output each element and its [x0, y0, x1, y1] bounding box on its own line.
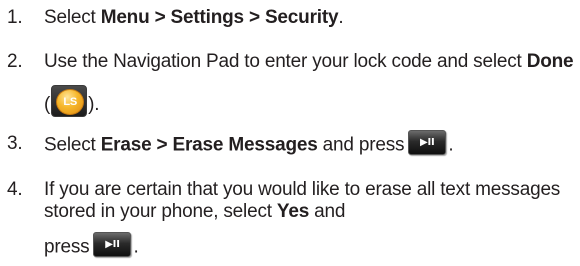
period: .	[133, 236, 139, 258]
step-text: Select Erase > Erase Messages and press ▶…	[44, 130, 574, 158]
step-text-plain: and	[309, 201, 346, 222]
open-paren: (	[44, 94, 51, 116]
step-text-plain: Use the Navigation Pad to enter your loc…	[44, 51, 527, 72]
step-number: 4.	[7, 179, 23, 200]
step-text-plain: stored in your phone, select	[44, 201, 277, 222]
step-text: Select Menu > Settings > Security.	[44, 7, 574, 29]
step-line: stored in your phone, select Yes and	[44, 201, 345, 223]
step-line: If you are certain that you would like t…	[44, 179, 560, 201]
step-text-plain: .	[338, 7, 344, 28]
yes-label: Yes	[276, 201, 310, 222]
step-text-plain: If you are certain that you would like t…	[44, 179, 561, 200]
step-number: 3.	[7, 133, 23, 154]
close-paren: ).	[88, 94, 100, 116]
step-number: 2.	[7, 51, 23, 72]
ok-play-pause-key-icon: ▶II	[93, 232, 132, 257]
step-text-plain: press	[44, 236, 90, 258]
step-line: press ▶II.	[44, 232, 139, 260]
step-line: Use the Navigation Pad to enter your loc…	[44, 51, 574, 73]
menu-path: Erase > Erase Messages	[100, 134, 318, 156]
ok-play-pause-key-icon: ▶II	[408, 130, 447, 155]
ls-label: LS	[56, 89, 85, 115]
left-soft-key-icon: LS	[51, 85, 88, 117]
step-number: 1.	[7, 7, 23, 28]
menu-path: Menu > Settings > Security	[100, 7, 339, 28]
step-text-plain: and press	[317, 134, 405, 156]
done-label: Done	[526, 51, 574, 72]
step-line: (LS).	[44, 85, 100, 121]
step-text-plain: Select	[44, 7, 101, 28]
step-text-plain: Select	[44, 134, 101, 156]
period: .	[448, 134, 454, 156]
